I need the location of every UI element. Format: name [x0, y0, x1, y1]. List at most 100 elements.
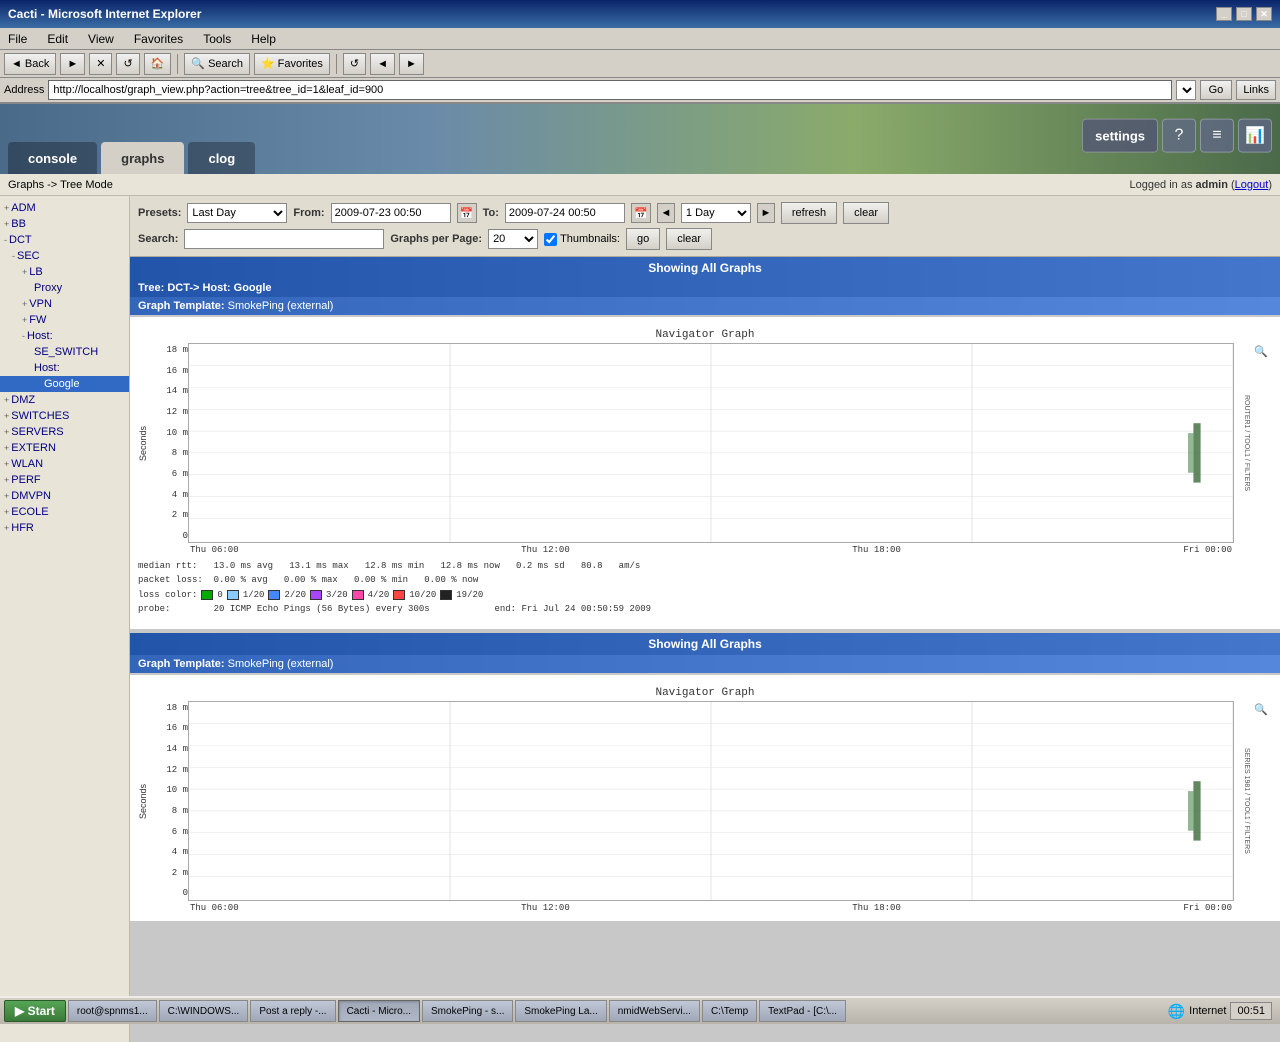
- sidebar-item-perf[interactable]: + PERF: [0, 472, 129, 488]
- internet-label: Internet: [1189, 1005, 1226, 1017]
- address-dropdown[interactable]: [1176, 80, 1196, 100]
- sidebar-item-sec[interactable]: - SEC: [0, 248, 129, 264]
- search-input[interactable]: [184, 229, 384, 249]
- address-bar: Address Go Links: [0, 78, 1280, 104]
- close-btn[interactable]: ✕: [1256, 7, 1272, 21]
- clear-button[interactable]: clear: [843, 202, 889, 224]
- menu-help[interactable]: Help: [247, 30, 280, 48]
- right-label-1: ROUTER1 / TOOL1 / FILTERS: [1234, 343, 1252, 543]
- from-input[interactable]: [331, 203, 451, 223]
- sidebar-item-lb[interactable]: + LB: [0, 264, 129, 280]
- graph-content-2: Seconds 18 m 16 m 14 m 12 m 10 m 8 m 6 m…: [138, 701, 1272, 901]
- tab-clog[interactable]: clog: [188, 142, 255, 174]
- menu-edit[interactable]: Edit: [43, 30, 72, 48]
- maximize-btn[interactable]: □: [1236, 7, 1252, 21]
- sidebar-item-bb[interactable]: + BB: [0, 216, 129, 232]
- sidebar-item-vpn[interactable]: + VPN: [0, 296, 129, 312]
- sidebar-item-extern[interactable]: + EXTERN: [0, 440, 129, 456]
- menu-favorites[interactable]: Favorites: [130, 30, 187, 48]
- sidebar-item-host[interactable]: - Host:: [0, 328, 129, 344]
- sidebar-item-google[interactable]: Google: [0, 376, 129, 392]
- favorites-button[interactable]: ⭐ Favorites: [254, 53, 330, 75]
- sidebar-item-proxy[interactable]: Proxy: [0, 280, 129, 296]
- taskbar-app-post[interactable]: Post a reply -...: [250, 1000, 335, 1022]
- go-button[interactable]: go: [626, 228, 660, 250]
- taskbar-app-smokeping2[interactable]: SmokePing La...: [515, 1000, 606, 1022]
- forward2-button[interactable]: ►: [399, 53, 424, 75]
- graph-template-header-2: Graph Template: SmokePing (external): [130, 655, 1280, 673]
- sidebar: + ADM + BB - DCT - SEC + LB Proxy + VPN …: [0, 196, 130, 1042]
- header-tabs: console graphs clog: [0, 142, 255, 174]
- home-button[interactable]: 🏠: [144, 53, 172, 75]
- links-button[interactable]: Links: [1236, 80, 1276, 100]
- taskbar-app-ctemp[interactable]: C:\Temp: [702, 1000, 757, 1022]
- refresh2-button[interactable]: ↺: [343, 53, 366, 75]
- search-browser-button[interactable]: 🔍 Search: [184, 53, 250, 75]
- presets-select[interactable]: Last Day Last Week Last Month Last Year: [187, 203, 287, 223]
- zoom-icon-1[interactable]: 🔍: [1252, 343, 1272, 543]
- refresh-browser-button[interactable]: ↺: [116, 53, 139, 75]
- zoom-icon-2[interactable]: 🔍: [1252, 701, 1272, 901]
- sidebar-item-se-switch[interactable]: SE_SWITCH: [0, 344, 129, 360]
- start-button[interactable]: ▶ Start: [4, 1000, 66, 1022]
- sidebar-item-switches[interactable]: + SWITCHES: [0, 408, 129, 424]
- thumbnails-checkbox[interactable]: [544, 233, 557, 246]
- menu-tools[interactable]: Tools: [199, 30, 235, 48]
- sidebar-item-dmvpn[interactable]: + DMVPN: [0, 488, 129, 504]
- stop-button[interactable]: ✕: [89, 53, 112, 75]
- next-interval-button[interactable]: ►: [757, 203, 775, 223]
- address-input[interactable]: [48, 80, 1171, 100]
- settings-button[interactable]: settings: [1082, 119, 1158, 153]
- sidebar-item-wlan[interactable]: + WLAN: [0, 456, 129, 472]
- help-icon-btn[interactable]: ?: [1162, 119, 1196, 153]
- back2-button[interactable]: ◄: [370, 53, 395, 75]
- tab-console[interactable]: console: [8, 142, 97, 174]
- menu-file[interactable]: File: [4, 30, 31, 48]
- expand-icon-perf: +: [4, 475, 9, 485]
- expand-icon-bb: +: [4, 219, 9, 229]
- to-input[interactable]: [505, 203, 625, 223]
- from-calendar-button[interactable]: 📅: [457, 203, 477, 223]
- tab-graphs[interactable]: graphs: [101, 142, 184, 174]
- taskbar-app-textpad[interactable]: TextPad - [C:\...: [759, 1000, 846, 1022]
- taskbar-app-smokeping1[interactable]: SmokePing - s...: [422, 1000, 513, 1022]
- graph-area-2[interactable]: [188, 701, 1234, 901]
- refresh-button[interactable]: refresh: [781, 202, 837, 224]
- prev-interval-button[interactable]: ◄: [657, 203, 675, 223]
- taskbar-right: 🌐 Internet 00:51: [1168, 1002, 1276, 1020]
- interval-select[interactable]: 1 Day 2 Days 1 Week 1 Month: [681, 203, 751, 223]
- clear2-button[interactable]: clear: [666, 228, 712, 250]
- sidebar-item-ecole[interactable]: + ECOLE: [0, 504, 129, 520]
- forward-button[interactable]: ►: [60, 53, 85, 75]
- sidebar-item-servers[interactable]: + SERVERS: [0, 424, 129, 440]
- taskbar-app-cacti[interactable]: Cacti - Micro...: [338, 1000, 420, 1022]
- chart-icon-btn[interactable]: 📊: [1238, 119, 1272, 153]
- taskbar-app-nmid[interactable]: nmidWebServi...: [609, 1000, 700, 1022]
- taskbar-app-windows[interactable]: C:\WINDOWS...: [159, 1000, 249, 1022]
- sidebar-item-hfr[interactable]: + HFR: [0, 520, 129, 536]
- taskbar-app-root[interactable]: root@spnms1...: [68, 1000, 157, 1022]
- right-label-2: SERIES 1981 / TOOL1 / FILTERS: [1234, 701, 1252, 901]
- y-axis-1: 18 m 16 m 14 m 12 m 10 m 8 m 6 m 4 m 2 m…: [156, 343, 188, 543]
- sidebar-item-dct[interactable]: - DCT: [0, 232, 129, 248]
- menu-view[interactable]: View: [84, 30, 118, 48]
- minimize-btn[interactable]: _: [1216, 7, 1232, 21]
- controls-bar: Presets: Last Day Last Week Last Month L…: [130, 196, 1280, 257]
- graph-area-1[interactable]: [188, 343, 1234, 543]
- username: admin: [1196, 179, 1228, 191]
- graphs-per-page-select[interactable]: 20 10 30 50: [488, 229, 538, 249]
- sidebar-item-adm[interactable]: + ADM: [0, 200, 129, 216]
- logout-link[interactable]: Logout: [1235, 179, 1269, 191]
- controls-row2: Search: Graphs per Page: 20 10 30 50 Thu…: [138, 228, 1272, 250]
- graph-content-1: Seconds 18 m 16 m 14 m 12 m 10 m 8 m 6 m…: [138, 343, 1272, 543]
- to-calendar-button[interactable]: 📅: [631, 203, 651, 223]
- sidebar-item-fw[interactable]: + FW: [0, 312, 129, 328]
- menu-icon-btn[interactable]: ≡: [1200, 119, 1234, 153]
- controls-row1: Presets: Last Day Last Week Last Month L…: [138, 202, 1272, 224]
- back-button[interactable]: ◄ Back: [4, 53, 56, 75]
- sidebar-item-host2[interactable]: Host:: [0, 360, 129, 376]
- section-header-1: Showing All Graphs: [130, 257, 1280, 279]
- go-address-button[interactable]: Go: [1200, 80, 1233, 100]
- app-header: console graphs clog settings ? ≡ 📊: [0, 104, 1280, 174]
- sidebar-item-dmz[interactable]: + DMZ: [0, 392, 129, 408]
